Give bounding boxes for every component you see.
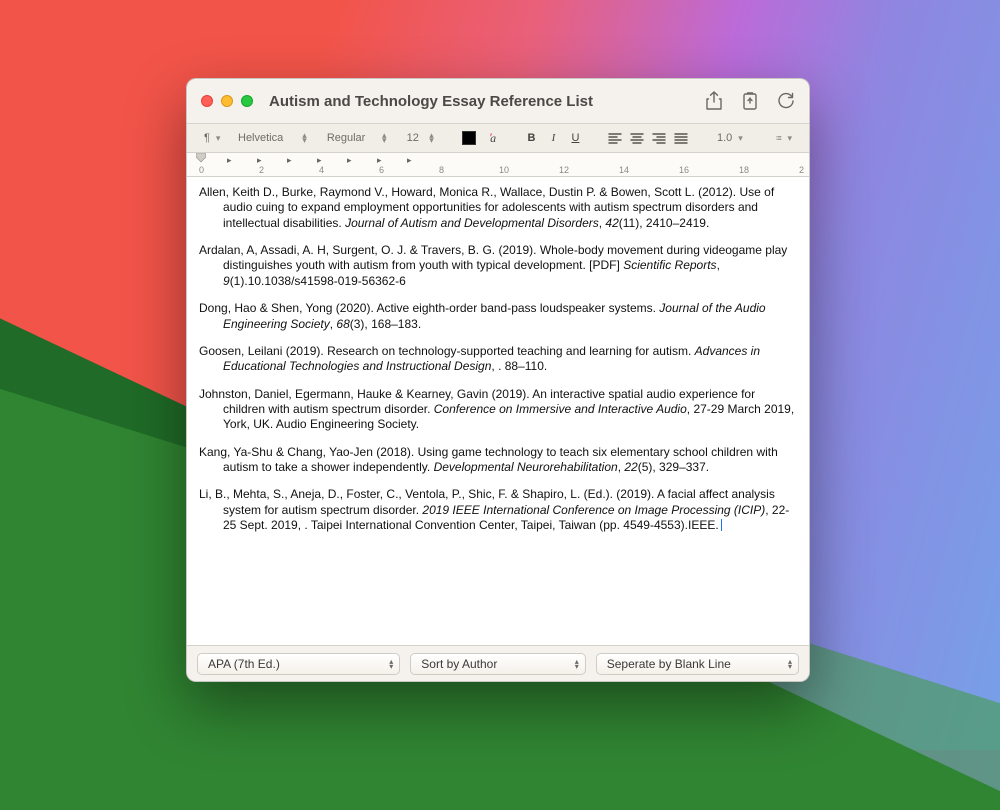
font-weight-value: Regular — [327, 132, 366, 144]
font-size-select[interactable]: 12 ▴▾ — [400, 128, 441, 148]
format-toolbar: ¶▾ Helvetica ▴▾ Regular ▴▾ 12 ▴▾ a′ B I … — [187, 123, 809, 153]
ruler-label: 2 — [799, 165, 804, 175]
reference-entry: Johnston, Daniel, Egermann, Hauke & Kear… — [199, 387, 797, 433]
window-controls — [201, 95, 253, 107]
ruler-label: 4 — [319, 165, 324, 175]
close-window-button[interactable] — [201, 95, 213, 107]
reference-entry: Ardalan, A, Assadi, A. H, Surgent, O. J.… — [199, 243, 797, 289]
sort-order-value: Sort by Author — [421, 657, 497, 671]
ruler-label: 2 — [259, 165, 264, 175]
align-justify-button[interactable] — [671, 128, 691, 148]
align-left-button[interactable] — [605, 128, 625, 148]
reference-entry: Kang, Ya-Shu & Chang, Yao-Jen (2018). Us… — [199, 445, 797, 476]
document-body[interactable]: Allen, Keith D., Burke, Raymond V., Howa… — [187, 177, 809, 645]
align-right-button[interactable] — [649, 128, 669, 148]
ruler-label: 16 — [679, 165, 689, 175]
share-button[interactable] — [703, 90, 725, 112]
tab-stop-icon[interactable]: ▸ — [407, 155, 412, 166]
font-weight-select[interactable]: Regular ▴▾ — [320, 128, 394, 148]
text-color-button[interactable] — [460, 128, 478, 148]
citation-style-value: APA (7th Ed.) — [208, 657, 280, 671]
minimize-window-button[interactable] — [221, 95, 233, 107]
text-caret — [721, 519, 722, 531]
font-family-select[interactable]: Helvetica ▴▾ — [231, 128, 314, 148]
font-family-value: Helvetica — [238, 132, 283, 144]
list-style-select[interactable]: ▾ — [769, 128, 799, 148]
ruler-label: 12 — [559, 165, 569, 175]
tab-stop-icon[interactable]: ▸ — [287, 155, 292, 166]
reference-entry: Allen, Keith D., Burke, Raymond V., Howa… — [199, 185, 797, 231]
zoom-window-button[interactable] — [241, 95, 253, 107]
italic-button[interactable]: I — [543, 128, 563, 148]
editor-window: Autism and Technology Essay Reference Li… — [186, 78, 810, 682]
ruler-label: 0 — [199, 165, 204, 175]
sort-order-select[interactable]: Sort by Author ▴▾ — [410, 653, 585, 675]
reference-entry: Dong, Hao & Shen, Yong (2020). Active ei… — [199, 301, 797, 332]
window-title: Autism and Technology Essay Reference Li… — [269, 93, 593, 110]
highlight-color-button[interactable]: a′ — [484, 128, 502, 148]
line-height-select[interactable]: 1.0▾ — [710, 128, 750, 148]
underline-button[interactable]: U — [565, 128, 585, 148]
footer-toolbar: APA (7th Ed.) ▴▾ Sort by Author ▴▾ Seper… — [187, 645, 809, 681]
titlebar: Autism and Technology Essay Reference Li… — [187, 79, 809, 123]
bold-button[interactable]: B — [521, 128, 541, 148]
tab-stop-icon[interactable]: ▸ — [347, 155, 352, 166]
citation-style-select[interactable]: APA (7th Ed.) ▴▾ — [197, 653, 400, 675]
align-center-button[interactable] — [627, 128, 647, 148]
reference-entry: Goosen, Leilani (2019). Research on tech… — [199, 344, 797, 375]
reference-entry: Li, B., Mehta, S., Aneja, D., Foster, C.… — [199, 487, 797, 533]
left-margin-marker[interactable] — [196, 153, 206, 163]
font-size-value: 12 — [407, 132, 419, 144]
ruler-label: 8 — [439, 165, 444, 175]
refresh-button[interactable] — [775, 90, 797, 112]
copy-to-clipboard-button[interactable] — [739, 90, 761, 112]
ruler[interactable]: ▸ ▸ ▸ ▸ ▸ ▸ ▸ 0 2 4 6 8 10 12 14 16 18 2 — [187, 153, 809, 177]
tab-stop-icon[interactable]: ▸ — [227, 155, 232, 166]
ruler-label: 14 — [619, 165, 629, 175]
pilcrow-icon: ¶ — [204, 132, 210, 144]
line-height-value: 1.0 — [717, 132, 732, 144]
ruler-label: 18 — [739, 165, 749, 175]
separator-select[interactable]: Seperate by Blank Line ▴▾ — [596, 653, 799, 675]
ruler-label: 10 — [499, 165, 509, 175]
separator-value: Seperate by Blank Line — [607, 657, 731, 671]
ruler-label: 6 — [379, 165, 384, 175]
paragraph-style-select[interactable]: ¶▾ — [197, 128, 225, 148]
list-icon — [776, 132, 781, 144]
